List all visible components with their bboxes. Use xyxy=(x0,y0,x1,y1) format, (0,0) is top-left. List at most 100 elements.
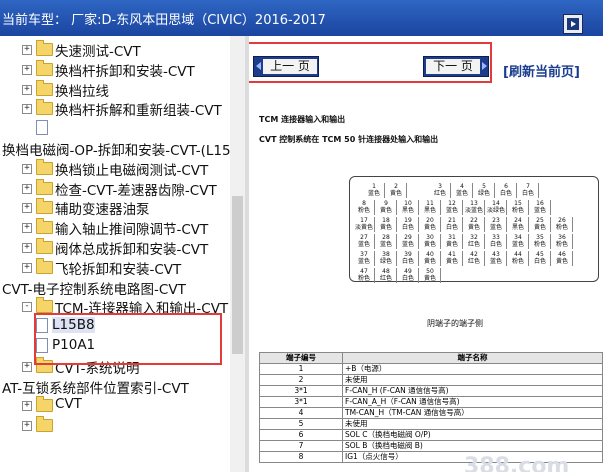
pin-name-cell: F-CAN_A_H（F-CAN 通信信号高) xyxy=(342,396,603,408)
tree-item[interactable]: + 换档杆拆卸和安装-CVT xyxy=(0,59,230,80)
tree-item-label: 换档电磁阀-OP-拆卸和安装-CVT-(L15B xyxy=(2,143,230,159)
pin-number-cell: 2 xyxy=(259,374,343,386)
pin-color: 淡绿色 xyxy=(486,207,505,214)
pin-number: 46 xyxy=(558,251,566,258)
tree-item[interactable]: + 换档杆拆解和重新组装-CVT xyxy=(0,99,230,119)
table-row: 6 SOL C（换档电磁阀 O/P) xyxy=(259,429,603,441)
doc-heading: TCM 连接器输入和输出 xyxy=(259,115,346,124)
expand-icon[interactable]: + xyxy=(22,183,32,194)
connector-pin: 22 黄色 xyxy=(464,217,485,232)
tree-item[interactable]: CVT-电子控制系统电路图-CVT xyxy=(0,278,230,298)
pin-number: 26 xyxy=(558,217,566,224)
tree-item[interactable]: + 失速测试-CVT xyxy=(0,40,230,60)
folder-icon xyxy=(36,40,53,56)
tree-item[interactable]: + 换档拉线 xyxy=(0,79,230,100)
col-header-name: 端子名称 xyxy=(342,352,603,364)
connector-pin: 26 粉色 xyxy=(552,217,573,232)
pin-number: 32 xyxy=(470,234,478,241)
pin-number: 35 xyxy=(536,234,544,241)
pin-color: 黑色 xyxy=(401,207,414,214)
tree-item[interactable]: 换档电磁阀-OP-拆卸和安装-CVT-(L15B xyxy=(0,139,230,159)
expand-icon[interactable]: + xyxy=(22,401,32,412)
pin-color: 白色 xyxy=(401,224,414,231)
tree-scrollbar[interactable] xyxy=(230,36,245,472)
collapse-icon[interactable]: - xyxy=(22,302,32,313)
connector-pin: 10 黑色 xyxy=(398,200,419,215)
pin-number: 15 xyxy=(514,200,522,207)
arrow-right-icon xyxy=(567,18,579,30)
pin-name-cell: 未使用 xyxy=(342,374,603,386)
table-row: 3*1 F-CAN_H (F-CAN 通信信号高) xyxy=(259,385,603,397)
tree-item[interactable]: + 检查-CVT-差速器齿隙-CVT xyxy=(0,178,230,199)
pin-number: 30 xyxy=(426,234,434,241)
expand-icon[interactable]: + xyxy=(22,421,32,432)
pin-color: 黄色 xyxy=(423,224,436,231)
tree-item[interactable]: + CVT xyxy=(0,396,230,416)
tree-item[interactable]: + 换档锁止电磁阀测试-CVT xyxy=(0,158,230,179)
tree-item[interactable]: AT-互锁系统部件位置索引-CVT xyxy=(0,377,230,397)
tree-item-label: 检查-CVT-差速器齿隙-CVT xyxy=(55,182,217,199)
pin-color: 黄色 xyxy=(423,258,436,265)
connector-pin: 32 红色 xyxy=(464,234,485,249)
connector-pin: 12 蓝色 xyxy=(442,200,463,215)
table-row: 3*1 F-CAN_A_H（F-CAN 通信信号高) xyxy=(259,396,603,408)
tree-item-label: 阀体总成拆卸和安装-CVT xyxy=(55,242,209,258)
scrollbar-thumb[interactable] xyxy=(232,196,243,354)
tree-item[interactable]: + 输入轴止推间隙调节-CVT xyxy=(0,218,230,238)
connector-pin: 27 蓝色 xyxy=(354,234,375,249)
connector-pin: 4 蓝色 xyxy=(452,183,473,198)
tree-item-label: 换档杆拆解和重新组装-CVT xyxy=(55,103,222,120)
expand-icon[interactable]: + xyxy=(22,64,32,75)
tree-item[interactable] xyxy=(0,119,230,139)
pin-color: 白色 xyxy=(521,190,534,197)
table-row: 1 +B（电源） xyxy=(259,363,603,375)
pin-number: 13 xyxy=(470,200,478,207)
expand-icon[interactable]: + xyxy=(22,243,32,253)
folder-icon xyxy=(36,99,53,116)
refresh-page-link[interactable]: [刷新当前页] xyxy=(503,61,580,80)
expand-icon[interactable]: + xyxy=(22,262,32,273)
pin-color: 白色 xyxy=(401,258,414,265)
pin-number: 39 xyxy=(404,251,412,258)
folder-icon xyxy=(36,59,53,76)
tree-item-label: 飞轮拆卸和安装-CVT xyxy=(55,261,182,278)
pin-name-cell: SOL C（换档电磁阀 O/P) xyxy=(342,429,603,441)
folder-icon xyxy=(36,238,53,254)
connector-pin: 24 黑色 xyxy=(508,217,529,232)
toggle-panel-button[interactable] xyxy=(563,14,583,34)
connector-pin: 43 蓝色 xyxy=(486,251,507,266)
table-row: 2 未使用 xyxy=(259,374,603,386)
pin-color: 淡蓝色 xyxy=(464,207,483,214)
pin-number: 40 xyxy=(426,251,434,258)
tree-item[interactable]: + xyxy=(0,416,230,436)
pin-number: 43 xyxy=(492,251,500,258)
expand-icon[interactable]: + xyxy=(22,203,32,214)
pin-color: 蓝色 xyxy=(511,241,524,248)
expand-icon[interactable]: + xyxy=(22,361,32,372)
tree-item[interactable]: + 阀体总成拆卸和安装-CVT xyxy=(0,238,230,258)
connector-pin: 36 粉色 xyxy=(552,234,573,249)
tree-item-label: 换档锁止电磁阀测试-CVT xyxy=(55,162,209,179)
connector-pin: 18 黄色 xyxy=(376,217,397,232)
folder-icon xyxy=(36,297,53,314)
expand-icon[interactable]: + xyxy=(22,45,32,55)
expand-icon[interactable]: + xyxy=(22,104,32,115)
pin-number: 27 xyxy=(360,234,368,241)
pin-number-cell: 5 xyxy=(259,418,343,430)
expand-icon[interactable]: + xyxy=(22,84,32,95)
expand-icon[interactable]: + xyxy=(22,223,32,234)
pin-number: 31 xyxy=(448,234,456,241)
pin-name-cell: F-CAN_H (F-CAN 通信信号高) xyxy=(342,385,603,397)
pin-number-cell: 4 xyxy=(259,407,343,419)
expand-icon[interactable]: + xyxy=(22,163,32,174)
folder-icon xyxy=(36,416,53,433)
tree-item[interactable]: + 飞轮拆卸和安装-CVT xyxy=(0,257,230,278)
nav-highlight-box xyxy=(249,42,492,83)
pin-color: 黄色 xyxy=(467,224,480,231)
connector-pin: 49 白色 xyxy=(398,268,419,283)
pin-number: 16 xyxy=(536,200,544,207)
pin-number: 18 xyxy=(382,217,390,224)
pin-number: 1 xyxy=(372,183,376,190)
pin-number-cell: 1 xyxy=(259,363,343,375)
tree-item[interactable]: + 辅助变速器油泵 xyxy=(0,198,230,218)
